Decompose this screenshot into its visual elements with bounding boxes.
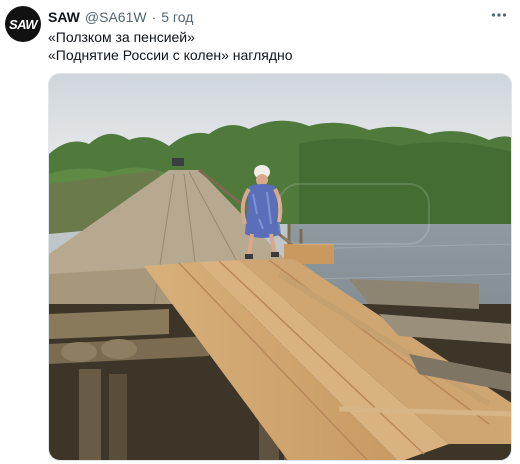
tweet-header: SAW @SA61W · 5 год <box>48 8 480 26</box>
more-options-icon[interactable] <box>490 6 508 24</box>
tweet-text-line: «Поднятие России с колен» наглядно <box>48 47 293 63</box>
avatar[interactable]: SAW <box>5 6 41 42</box>
avatar-logo-text: SAW <box>8 16 38 32</box>
tweet-timestamp[interactable]: 5 год <box>161 8 193 26</box>
tweet[interactable]: SAW SAW @SA61W · 5 год «Ползком за пенси… <box>0 0 520 464</box>
author-handle[interactable]: @SA61W <box>85 8 147 26</box>
tweet-text: «Ползком за пенсией» «Поднятие России с … <box>48 28 508 64</box>
tweet-photo[interactable] <box>48 73 512 461</box>
photo-woman-on-bridge <box>49 74 511 460</box>
separator-dot: · <box>151 9 157 25</box>
more-horizontal-icon <box>491 13 507 17</box>
tweet-text-line: «Ползком за пенсией» <box>48 29 195 45</box>
author-name[interactable]: SAW <box>48 8 80 26</box>
